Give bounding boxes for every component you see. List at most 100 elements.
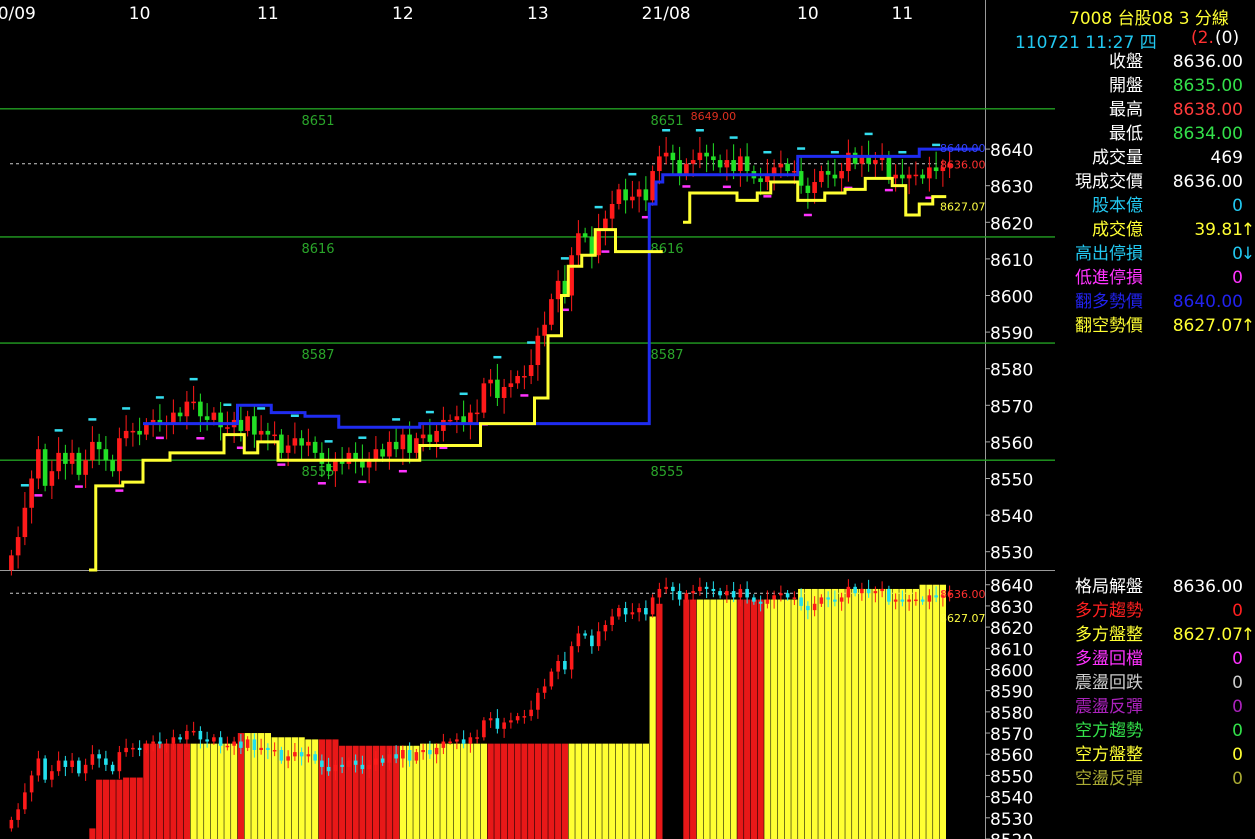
pattern-bar (690, 599, 697, 839)
candle-body (333, 764, 338, 772)
level-label: 8555 (650, 465, 683, 480)
pattern-value: 0 (1232, 601, 1243, 621)
candle-body (887, 588, 891, 602)
pattern-value: 0 (1232, 697, 1243, 717)
candle-body (920, 174, 925, 179)
pattern-bar (440, 743, 447, 839)
low-marker (803, 213, 812, 217)
change-count: (0) (1215, 28, 1240, 48)
pattern-bar (703, 599, 710, 839)
price-marker-label: 8627.07 (940, 200, 986, 213)
pattern-bar (318, 739, 325, 839)
candle-body (596, 631, 601, 647)
candle-body (103, 449, 109, 461)
pattern-bar (649, 616, 656, 839)
pattern-bar (629, 743, 636, 839)
high-marker (54, 429, 63, 432)
candle-body (191, 401, 196, 404)
high-marker (560, 257, 569, 260)
candle-body (529, 709, 533, 717)
quote-label: 最低 (1109, 124, 1143, 144)
candle-body (819, 597, 824, 604)
pattern-bar (656, 603, 663, 839)
pattern-bar (838, 588, 845, 839)
candle-body (259, 747, 263, 750)
candle-body (299, 752, 304, 757)
candle-body (49, 471, 55, 486)
pattern-bar (453, 743, 460, 839)
candle-body (447, 419, 453, 422)
lower-bars (89, 584, 946, 839)
pattern-bar (683, 599, 690, 839)
candle-body (387, 754, 392, 763)
candle-body (340, 764, 344, 767)
candle-body (252, 739, 257, 750)
candle-body (441, 419, 446, 431)
candle-body (211, 412, 217, 420)
candle-body (744, 156, 750, 172)
pattern-label: 格局解盤 (1075, 577, 1143, 597)
high-marker (189, 377, 198, 381)
pattern-bar (845, 588, 852, 839)
candle-body (63, 452, 68, 464)
y-tick-label: 8570 (990, 725, 1033, 745)
price-chart: 20/091011121321/081011868986898651865186… (0, 0, 1055, 839)
pattern-value: 8627.07 (1172, 625, 1243, 645)
candle-body (434, 430, 439, 442)
quote-value: 8636.00 (1172, 52, 1243, 72)
quote-row: 最低 8634.00 (1055, 122, 1255, 146)
candle-body (711, 156, 716, 161)
y-tick-label: 8630 (990, 598, 1033, 618)
pattern-bar (818, 588, 825, 839)
quote-label: 翻多勢價 (1075, 292, 1143, 312)
candle-body (414, 752, 419, 761)
pattern-label: 多方盤整 (1075, 625, 1143, 645)
candle-body (272, 750, 277, 752)
low-marker (682, 185, 691, 188)
high-marker (662, 129, 671, 132)
low-marker (34, 494, 43, 497)
candle-body (258, 430, 264, 435)
candle-body (293, 752, 297, 757)
price-marker-label: 8627.07 (940, 612, 986, 625)
candle-body (927, 167, 932, 179)
quote-value: 8636.00 (1172, 172, 1243, 192)
candle-body (70, 760, 74, 767)
pattern-label: 空方趨勢 (1075, 721, 1143, 741)
quote-label: 收盤 (1109, 52, 1143, 72)
candle-body (596, 229, 601, 256)
pattern-bar (757, 599, 764, 839)
pattern-bar (892, 588, 899, 839)
pattern-bar (501, 743, 508, 839)
pattern-bar (514, 743, 521, 839)
high-marker (932, 143, 941, 147)
candle-body (636, 189, 642, 197)
candle-body (292, 438, 298, 446)
candle-body (488, 379, 493, 384)
high-marker (155, 396, 164, 399)
y-tick-label: 8560 (990, 746, 1033, 766)
pattern-bar (575, 743, 582, 839)
candle-body (36, 449, 41, 479)
x-tick-label: 13 (527, 4, 549, 24)
candle-body (731, 591, 736, 598)
candle-body (43, 758, 47, 780)
candle-body (913, 174, 919, 177)
candle-body (158, 741, 162, 744)
low-marker (884, 188, 893, 192)
candle-body (846, 586, 851, 598)
y-tick-label: 8610 (990, 251, 1033, 271)
quote-label: 高出停損 (1075, 244, 1143, 264)
candle-body (171, 737, 176, 744)
low-marker (601, 250, 610, 253)
price-marker-label: 8636.00 (940, 159, 986, 172)
candle-body (144, 423, 149, 435)
candle-body (657, 588, 662, 598)
candle-body (906, 174, 912, 179)
high-marker (223, 403, 232, 407)
candle-body (387, 441, 392, 457)
pattern-bar (622, 743, 629, 839)
quote-value: 8638.00 (1172, 100, 1243, 120)
candle-body (933, 167, 939, 172)
pattern-bar (791, 599, 798, 839)
